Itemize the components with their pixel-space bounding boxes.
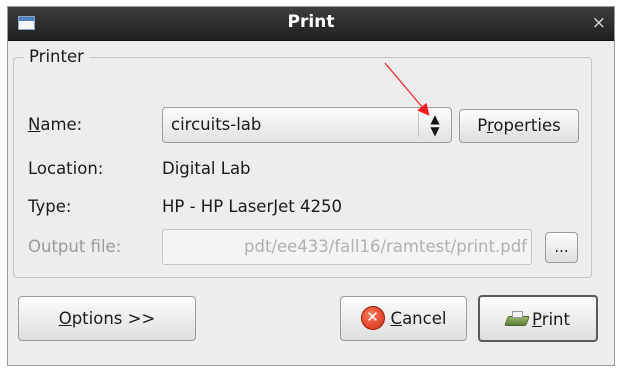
type-label: Type: bbox=[28, 197, 72, 216]
print-button[interactable]: Print bbox=[478, 295, 598, 342]
title-bar: Print × bbox=[8, 7, 614, 41]
location-label: Location: bbox=[28, 159, 104, 178]
options-button[interactable]: Options >> bbox=[18, 296, 196, 341]
printer-name-value: circuits-lab bbox=[171, 115, 262, 134]
printer-group-legend: Printer bbox=[24, 47, 89, 66]
output-file-input[interactable]: pdt/ee433/fall16/ramtest/print.pdf bbox=[162, 229, 532, 265]
cancel-button[interactable]: ✕ Cancel bbox=[340, 296, 467, 341]
output-file-value: pdt/ee433/fall16/ramtest/print.pdf bbox=[244, 237, 527, 256]
select-arrows-icon: ▲ ▼ bbox=[418, 113, 451, 137]
type-value: HP - HP LaserJet 4250 bbox=[162, 197, 342, 216]
properties-button[interactable]: Properties bbox=[459, 109, 579, 143]
name-label: Name: bbox=[28, 115, 83, 134]
printer-name-select[interactable]: circuits-lab ▲ ▼ bbox=[162, 107, 452, 143]
window-title: Print bbox=[287, 12, 335, 32]
output-file-label: Output file: bbox=[28, 237, 122, 256]
close-icon[interactable]: × bbox=[592, 13, 606, 33]
cancel-icon: ✕ bbox=[360, 305, 385, 330]
browse-button[interactable]: ... bbox=[545, 232, 578, 263]
location-value: Digital Lab bbox=[162, 159, 251, 178]
printer-icon bbox=[506, 310, 528, 327]
